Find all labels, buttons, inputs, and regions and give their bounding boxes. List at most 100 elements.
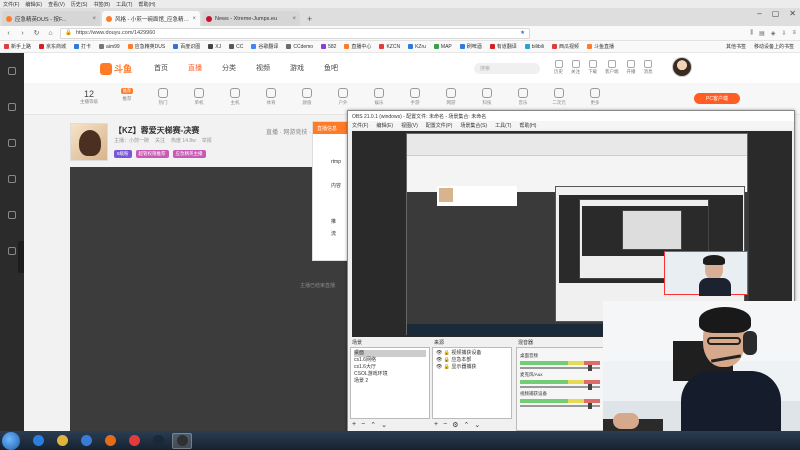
- taskbar-firefox[interactable]: [100, 433, 120, 449]
- source-settings-icon[interactable]: ⚙: [452, 421, 458, 429]
- home-button[interactable]: ⌂: [46, 30, 55, 37]
- eye-icon[interactable]: 👁: [436, 357, 444, 363]
- scene-item[interactable]: cs1.6大厅: [354, 364, 426, 371]
- bookmark-7[interactable]: CC: [229, 43, 243, 50]
- obs-menu-0[interactable]: 文件(F): [352, 122, 368, 129]
- start-button[interactable]: [2, 431, 20, 450]
- download-icon[interactable]: ⇩: [781, 30, 786, 37]
- source-item[interactable]: 👁 🔒 视频捕获设备: [436, 350, 508, 357]
- room-tag-1[interactable]: 超管权限推荐: [135, 150, 169, 158]
- sidebar-item-follow[interactable]: [0, 89, 24, 125]
- scene-item[interactable]: 桌面: [354, 350, 426, 357]
- douyu-nav-3[interactable]: 视频: [256, 63, 270, 73]
- category-10[interactable]: 科技: [476, 88, 498, 106]
- move-down-button[interactable]: ⌄: [381, 421, 387, 429]
- header-icon-4[interactable]: 开播: [627, 60, 636, 75]
- category-2[interactable]: 单机: [188, 88, 210, 106]
- sidebar-item-video[interactable]: [0, 161, 24, 197]
- bookmark-5[interactable]: 百度识图: [173, 43, 200, 50]
- taskbar-steam[interactable]: [148, 433, 168, 449]
- add-source-button[interactable]: +: [434, 421, 438, 429]
- room-tag-2[interactable]: 应急精英主播: [172, 150, 206, 158]
- sidebar-item-home[interactable]: [0, 53, 24, 89]
- douyu-logo[interactable]: 斗鱼: [100, 62, 132, 75]
- douyu-nav-5[interactable]: 鱼吧: [324, 63, 338, 73]
- tab-0[interactable]: 应急精英DUS - 按F... ×: [2, 11, 100, 26]
- header-icon-1[interactable]: 关注: [571, 60, 580, 75]
- bookmark-2[interactable]: 打卡: [74, 43, 91, 50]
- back-button[interactable]: ‹: [4, 30, 13, 37]
- category-0[interactable]: 推荐 推荐: [116, 88, 138, 106]
- menu-item-0[interactable]: 文件(F): [3, 1, 19, 8]
- scene-item[interactable]: 场景 2: [354, 378, 426, 385]
- bookmark-folder-0[interactable]: 其他书签: [726, 43, 746, 50]
- volume-slider[interactable]: [520, 365, 600, 371]
- bookmark-16[interactable]: 有道翻译: [489, 43, 517, 50]
- tab-1[interactable]: 风格 - 小煎一碗面馆_应急精英... ×: [102, 11, 200, 26]
- room-meta-1[interactable]: 关注: [155, 137, 165, 144]
- bookmark-15[interactable]: 刷啤酒: [459, 43, 482, 50]
- source-up-button[interactable]: ⌃: [463, 421, 469, 429]
- taskbar-onedrive[interactable]: [76, 433, 96, 449]
- douyu-search-input[interactable]: 搜索: [474, 63, 540, 74]
- forward-button[interactable]: ›: [18, 30, 27, 37]
- sidebar-item-live[interactable]: [0, 125, 24, 161]
- video-player[interactable]: [70, 167, 350, 431]
- bookmark-3[interactable]: aim99: [99, 43, 120, 50]
- category-12[interactable]: 二次元: [548, 88, 570, 106]
- user-avatar[interactable]: [672, 57, 692, 77]
- menu-item-2[interactable]: 查看(V): [48, 1, 65, 8]
- scene-item[interactable]: CSOL游戏环境: [354, 371, 426, 378]
- sidebar-item-game[interactable]: [0, 197, 24, 233]
- scene-item[interactable]: cs1.6网络: [354, 357, 426, 364]
- douyu-nav-1[interactable]: 直播: [188, 63, 202, 73]
- category-8[interactable]: 手游: [404, 88, 426, 106]
- taskbar-ie[interactable]: [28, 433, 48, 449]
- close-icon[interactable]: ✕: [789, 9, 796, 18]
- source-item[interactable]: 👁 🔒 应急本部: [436, 357, 508, 364]
- tab-2[interactable]: News - Xtreme-Jumps.eu ×: [202, 11, 300, 26]
- taskbar-chrome[interactable]: [124, 433, 144, 449]
- obs-menu-4[interactable]: 场景集合(S): [460, 122, 487, 129]
- volume-slider[interactable]: [520, 384, 600, 390]
- library-icon[interactable]: ⫼: [750, 30, 753, 37]
- new-tab-button[interactable]: +: [302, 11, 317, 26]
- obs-menu-6[interactable]: 帮助(H): [519, 122, 536, 129]
- bookmark-11[interactable]: 直播中心: [344, 43, 371, 50]
- category-5[interactable]: 颜值: [296, 88, 318, 106]
- pc-client-button[interactable]: PC客户端: [694, 93, 740, 104]
- bookmark-14[interactable]: MAP: [433, 43, 452, 50]
- header-icon-3[interactable]: 客户端: [605, 60, 619, 75]
- category-13[interactable]: 更多: [584, 88, 606, 106]
- obs-menu-5[interactable]: 工具(T): [495, 122, 511, 129]
- tab-close-icon[interactable]: ×: [192, 16, 196, 22]
- remove-scene-button[interactable]: −: [361, 421, 365, 429]
- extension-icon[interactable]: ◈: [771, 30, 776, 37]
- add-scene-button[interactable]: +: [352, 421, 356, 429]
- streamer-avatar[interactable]: [70, 123, 108, 161]
- bookmark-1[interactable]: 京东商城: [39, 43, 66, 50]
- bookmark-13[interactable]: KZru: [408, 43, 426, 50]
- minimize-icon[interactable]: –: [757, 9, 761, 18]
- menu-item-3[interactable]: 历史(S): [71, 1, 88, 8]
- bookmark-4[interactable]: 应急精英DUS: [127, 43, 165, 50]
- bookmark-8[interactable]: 谷歌翻译: [251, 43, 278, 50]
- menu-icon[interactable]: ≡: [792, 30, 796, 37]
- obs-menu-1[interactable]: 编辑(E): [376, 122, 393, 129]
- category-1[interactable]: 热门: [152, 88, 174, 106]
- eye-icon[interactable]: 👁: [436, 364, 444, 370]
- volume-slider[interactable]: [520, 403, 600, 409]
- category-9[interactable]: 网游: [440, 88, 462, 106]
- bookmark-19[interactable]: 斗鱼直播: [587, 43, 614, 50]
- bookmark-18[interactable]: 西瓜视频: [552, 43, 579, 50]
- url-bar[interactable]: 🔒 https://www.douyu.com/1429960 ★: [60, 27, 530, 39]
- reload-button[interactable]: ↻: [32, 29, 41, 37]
- source-item[interactable]: 👁 🔒 显示器捕获: [436, 364, 508, 371]
- taskbar-explorer[interactable]: [52, 433, 72, 449]
- douyu-nav-2[interactable]: 分类: [222, 63, 236, 73]
- obs-menu-2[interactable]: 视图(V): [401, 122, 418, 129]
- eye-icon[interactable]: 👁: [436, 350, 444, 356]
- bookmark-12[interactable]: KZCN: [379, 43, 400, 50]
- bookmark-10[interactable]: 582: [321, 43, 336, 50]
- category-4[interactable]: 体育: [260, 88, 282, 106]
